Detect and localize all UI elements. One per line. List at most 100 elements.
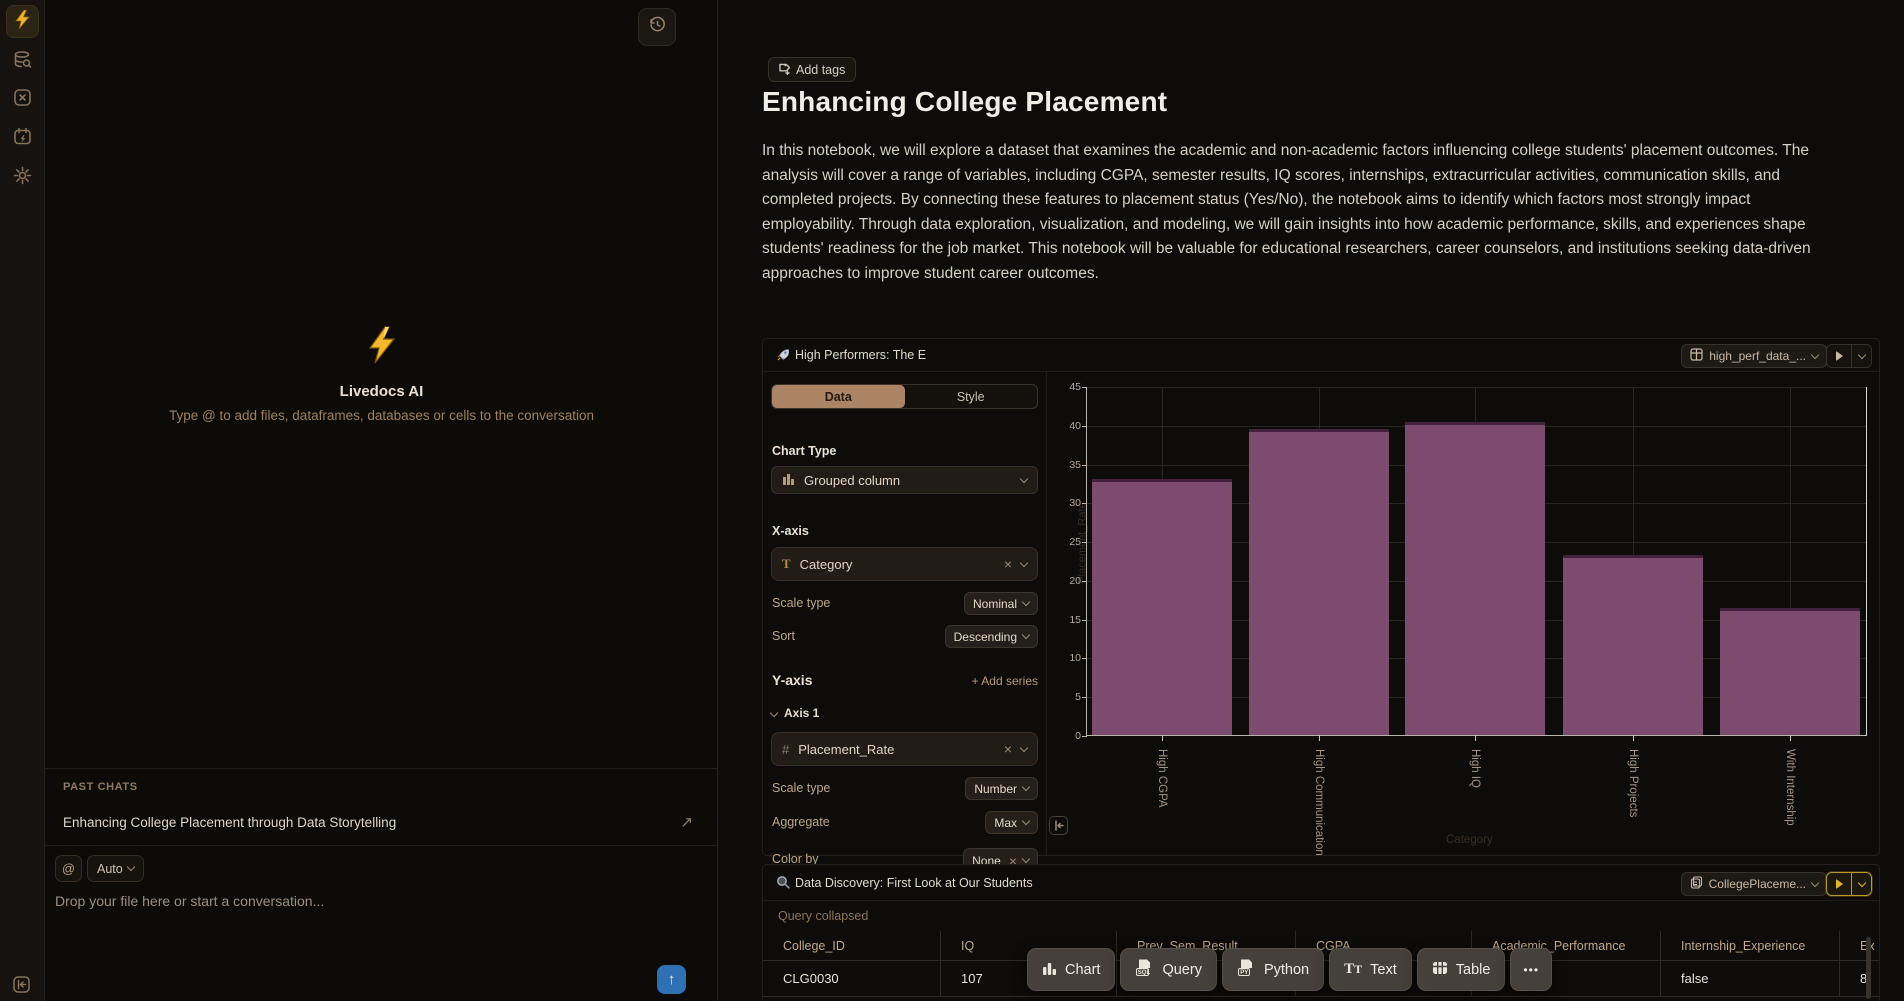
cancel-square-icon[interactable] <box>13 88 32 107</box>
at-mention-button[interactable]: @ <box>55 855 82 882</box>
x-tick-label: High CGPA <box>1156 749 1168 808</box>
schedule-icon[interactable] <box>13 127 32 146</box>
svg-text:PY: PY <box>1240 970 1248 976</box>
table-cell-value: 8 <box>1840 961 1879 996</box>
play-icon[interactable] <box>1827 873 1851 895</box>
aggregate-label: Aggregate <box>772 815 830 829</box>
chart-run-button[interactable] <box>1826 344 1872 368</box>
x-tick-label: High IQ <box>1469 749 1481 788</box>
settings-icon[interactable] <box>13 166 32 185</box>
y-tick-label: 25 <box>1055 536 1081 548</box>
chart-cell: High Performers: The E high_perf_data_..… <box>762 338 1880 856</box>
chevron-down-icon <box>1022 855 1030 863</box>
tab-data[interactable]: Data <box>772 385 905 408</box>
past-chat-title: Enhancing College Placement through Data… <box>63 815 396 830</box>
bar-high-communication <box>1249 429 1389 735</box>
bar-high-projects <box>1563 555 1703 735</box>
play-icon[interactable] <box>1827 345 1851 367</box>
table-cell-title: Data Discovery: First Look at Our Studen… <box>795 876 1033 890</box>
add-table-button[interactable]: Table <box>1417 948 1506 991</box>
yaxis-scale-select[interactable]: Number <box>965 777 1038 800</box>
chat-input-placeholder[interactable]: Drop your file here or start a conversat… <box>55 893 555 909</box>
run-options-chevron-icon[interactable] <box>1851 873 1871 895</box>
run-options-chevron-icon[interactable] <box>1851 345 1871 367</box>
x-tick <box>1790 735 1791 741</box>
y-tick <box>1082 387 1087 388</box>
xaxis-field-value: Category <box>800 557 853 572</box>
y-tick-label: 0 <box>1055 730 1081 742</box>
bar-with-internship <box>1720 608 1860 735</box>
x-tick <box>1475 735 1476 741</box>
aggregate-value: Max <box>994 816 1017 830</box>
chevron-down-icon <box>1022 817 1030 825</box>
y-tick <box>1082 542 1087 543</box>
gridline <box>1087 387 1866 388</box>
y-tick <box>1082 581 1087 582</box>
chat-empty-state: Livedocs AI Type @ to add files, datafra… <box>45 326 718 423</box>
sort-label: Sort <box>772 629 795 643</box>
chevron-down-icon <box>1020 558 1028 566</box>
more-tools-button[interactable]: ••• <box>1510 948 1552 991</box>
xaxis-scale-select[interactable]: Nominal <box>964 592 1038 615</box>
clear-field-icon[interactable]: × <box>1004 741 1012 757</box>
xaxis-field-select[interactable]: T Category × <box>771 547 1038 581</box>
x-tick-label: High Communication <box>1313 749 1325 856</box>
add-tags-label: Add tags <box>796 63 845 77</box>
file-copy-icon <box>1690 876 1703 892</box>
table-run-button[interactable] <box>1826 872 1872 896</box>
clear-field-icon[interactable]: × <box>1004 556 1012 572</box>
add-text-button[interactable]: TT Text <box>1329 948 1412 991</box>
column-header[interactable]: College_ID <box>763 931 941 960</box>
x-tick <box>1319 735 1320 741</box>
yaxis-field-select[interactable]: # Placement_Rate × <box>771 732 1038 766</box>
y-tick-label: 40 <box>1055 420 1081 432</box>
arrow-up-icon: ↑ <box>668 971 676 988</box>
add-query-button[interactable]: SQL Query <box>1120 948 1217 991</box>
column-header[interactable]: Ex <box>1840 931 1879 960</box>
python-icon: PY <box>1237 958 1256 981</box>
past-chat-item[interactable]: Enhancing College Placement through Data… <box>45 807 718 841</box>
axis1-toggle[interactable]: Axis 1 <box>771 706 819 720</box>
number-type-icon: # <box>782 742 789 757</box>
table-cell-value: false <box>1661 961 1840 996</box>
tab-style[interactable]: Style <box>905 385 1038 408</box>
chevron-down-icon <box>1022 783 1030 791</box>
chevron-down-icon <box>1811 878 1819 886</box>
x-tick-label: With Internship <box>1784 749 1796 826</box>
chevron-down-icon <box>1811 350 1819 358</box>
chevron-down-icon <box>770 708 778 716</box>
add-tags-button[interactable]: Add tags <box>768 57 856 82</box>
y-tick-label: 5 <box>1055 691 1081 703</box>
data-search-icon[interactable] <box>13 50 32 69</box>
add-python-button[interactable]: PY Python <box>1222 948 1324 991</box>
open-chat-arrow-icon[interactable]: ↗ <box>680 813 693 831</box>
chevron-down-icon <box>1022 631 1030 639</box>
chart-dataframe-select[interactable]: high_perf_data_... <box>1681 344 1827 368</box>
add-chart-button[interactable]: Chart <box>1027 948 1115 991</box>
xaxis-scale-label: Scale type <box>772 596 830 610</box>
y-tick-label: 35 <box>1055 459 1081 471</box>
add-cell-toolbar: Chart SQL Query PY Python TT Text <box>1027 948 1552 991</box>
column-header[interactable]: Internship_Experience <box>1661 931 1840 960</box>
y-tick <box>1082 426 1087 427</box>
mode-select[interactable]: Auto <box>87 855 144 882</box>
collapse-sidebar-icon[interactable] <box>12 975 31 994</box>
past-chats-section: PAST CHATS Enhancing College Placement t… <box>45 768 718 846</box>
send-button[interactable]: ↑ <box>657 965 686 994</box>
table-scrollbar[interactable] <box>1866 937 1871 999</box>
collapse-config-icon[interactable] <box>1049 816 1068 835</box>
assistant-name: Livedocs AI <box>45 383 718 400</box>
chat-history-button[interactable] <box>638 8 676 46</box>
notebook-description: In this notebook, we will explore a data… <box>762 139 1840 286</box>
table-dataframe-select[interactable]: CollegePlaceme... <box>1681 872 1827 896</box>
add-chart-label: Chart <box>1065 962 1100 978</box>
y-tick <box>1082 503 1087 504</box>
y-tick <box>1082 658 1087 659</box>
bar-chart-icon <box>782 473 795 488</box>
query-collapsed-note[interactable]: Query collapsed <box>778 909 868 923</box>
sort-select[interactable]: Descending <box>945 625 1038 648</box>
add-series-button[interactable]: + Add series <box>972 674 1038 688</box>
livedocs-logo-button[interactable] <box>6 5 39 38</box>
chart-type-select[interactable]: Grouped column <box>771 466 1038 494</box>
aggregate-select[interactable]: Max <box>985 811 1038 834</box>
